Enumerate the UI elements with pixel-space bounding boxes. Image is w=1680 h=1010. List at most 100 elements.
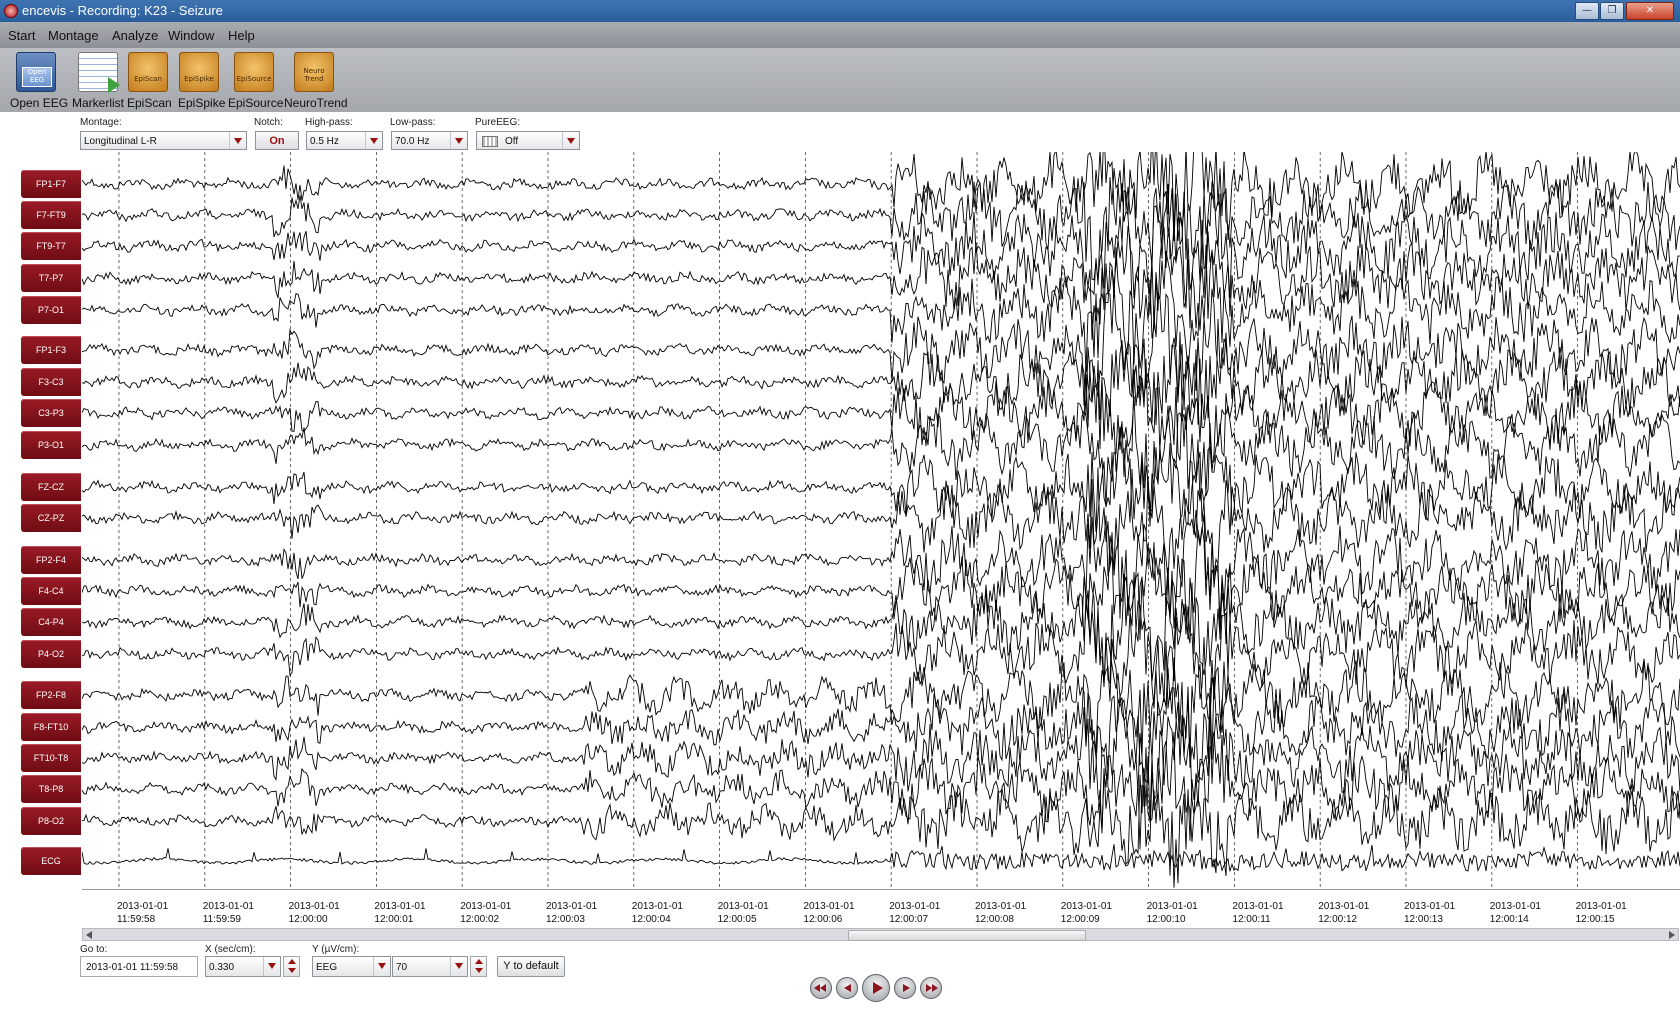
eeg-trace-f7-ft9 (82, 152, 1680, 281)
step-back-icon (844, 984, 851, 992)
notch-toggle[interactable]: On (255, 131, 299, 150)
episource-button[interactable]: EpiSource EpiSource (228, 52, 283, 110)
time-tick-date: 2013-01-01 (460, 901, 512, 912)
y-scale-stepper[interactable] (470, 956, 487, 977)
channel-label-cz-pz[interactable]: CZ-PZ (21, 504, 81, 532)
channel-label-f4-c4[interactable]: F4-C4 (21, 577, 81, 605)
channel-label-t7-p7[interactable]: T7-P7 (21, 264, 81, 292)
y-scale-select[interactable]: 70 (392, 956, 468, 977)
neurotrend-icon: Neuro Trend (294, 52, 334, 92)
menu-start[interactable]: Start (8, 28, 35, 43)
channel-label-fp2-f4[interactable]: FP2-F4 (21, 546, 81, 574)
montage-label: Montage: (80, 117, 122, 128)
channel-label-fp1-f3[interactable]: FP1-F3 (21, 336, 81, 364)
channel-label-ft9-t7[interactable]: FT9-T7 (21, 232, 81, 260)
montage-select[interactable]: Longitudinal L-R (80, 131, 247, 150)
y-scale-label: Y (µV/cm): (312, 944, 360, 955)
scroll-left-icon[interactable] (86, 931, 92, 939)
channel-label-c4-p4[interactable]: C4-P4 (21, 608, 81, 636)
highpass-select[interactable]: 0.5 Hz (306, 131, 383, 150)
time-tick-date: 2013-01-01 (889, 901, 941, 912)
time-tick-time: 12:00:09 (1060, 914, 1100, 925)
step-forward-button[interactable] (894, 977, 916, 999)
time-tick-date: 2013-01-01 (202, 901, 254, 912)
time-tick-date: 2013-01-01 (374, 901, 426, 912)
eeg-trace-ft9-t7 (82, 183, 1680, 309)
time-tick-label: 2013-01-01 12:00:08 (975, 900, 1026, 926)
menu-help[interactable]: Help (228, 28, 255, 43)
channel-label-c3-p3[interactable]: C3-P3 (21, 399, 81, 427)
channel-label-f7-ft9[interactable]: F7-FT9 (21, 201, 81, 229)
y-scale-value: 70 (396, 962, 408, 973)
menu-analyze[interactable]: Analyze (112, 28, 158, 43)
time-tick-label: 2013-01-01 12:00:13 (1404, 900, 1455, 926)
play-icon (873, 982, 883, 994)
time-tick-date: 2013-01-01 (1146, 901, 1198, 912)
y-type-select[interactable]: EEG (312, 956, 391, 977)
minimize-button[interactable]: — (1575, 2, 1599, 20)
open-eeg-button[interactable]: Open EEG Open EEG (10, 52, 68, 110)
maximize-button[interactable]: ❐ (1600, 2, 1624, 20)
time-tick-label: 2013-01-01 12:00:15 (1576, 900, 1627, 926)
channel-label-t8-p8[interactable]: T8-P8 (21, 775, 81, 803)
channel-label-p7-o1[interactable]: P7-O1 (21, 296, 81, 324)
episcan-label: EpiScan (127, 96, 172, 110)
channel-label-ft10-t8[interactable]: FT10-T8 (21, 744, 81, 772)
time-tick-label: 2013-01-01 11:59:59 (203, 900, 254, 926)
lowpass-value: 70.0 Hz (395, 136, 430, 147)
skip-back-button[interactable] (810, 977, 832, 999)
chevron-down-icon (562, 132, 579, 149)
x-scale-stepper[interactable] (283, 956, 300, 977)
menu-montage[interactable]: Montage (48, 28, 99, 43)
channel-label-fp1-f7[interactable]: FP1-F7 (21, 170, 81, 198)
y-to-default-button[interactable]: Y to default (497, 956, 565, 977)
step-forward-icon (903, 984, 910, 992)
time-tick-date: 2013-01-01 (1232, 901, 1284, 912)
eeg-trace-fp1-f7 (82, 152, 1680, 242)
scroll-right-icon[interactable] (1669, 931, 1675, 939)
channel-label-p4-o2[interactable]: P4-O2 (21, 640, 81, 668)
time-tick-time: 12:00:05 (717, 914, 757, 925)
time-tick-label: 2013-01-01 12:00:12 (1318, 900, 1369, 926)
channel-label-ecg[interactable]: ECG (21, 847, 81, 875)
time-tick-date: 2013-01-01 (288, 901, 340, 912)
time-tick-time: 12:00:01 (374, 914, 414, 925)
waveform-icon (482, 136, 498, 147)
goto-field[interactable]: 2013-01-01 11:59:58 (80, 956, 198, 977)
horizontal-scrollbar[interactable] (82, 928, 1679, 941)
channel-label-p8-o2[interactable]: P8-O2 (21, 807, 81, 835)
pureeeg-select[interactable]: Off (476, 131, 580, 150)
episcan-button[interactable]: EpiScan EpiScan (127, 52, 172, 110)
channel-label-f3-c3[interactable]: F3-C3 (21, 368, 81, 396)
channel-label-f8-ft10[interactable]: F8-FT10 (21, 713, 81, 741)
eeg-traces[interactable] (82, 152, 1680, 892)
time-tick-time: 12:00:12 (1318, 914, 1358, 925)
time-tick-date: 2013-01-01 (1489, 901, 1541, 912)
x-scale-value: 0.330 (209, 962, 235, 973)
channel-label-p3-o1[interactable]: P3-O1 (21, 431, 81, 459)
time-tick-time: 12:00:14 (1489, 914, 1529, 925)
markerlist-icon (78, 52, 120, 93)
lowpass-select[interactable]: 70.0 Hz (391, 131, 468, 150)
play-button[interactable] (862, 974, 890, 1002)
montage-value: Longitudinal L-R (84, 136, 157, 147)
time-tick-date: 2013-01-01 (1060, 901, 1112, 912)
time-tick-time: 12:00:07 (889, 914, 929, 925)
close-button[interactable]: ✕ (1626, 2, 1674, 20)
neurotrend-button[interactable]: Neuro Trend NeuroTrend (284, 52, 348, 110)
channel-label-fp2-f8[interactable]: FP2-F8 (21, 681, 81, 709)
scroll-thumb[interactable] (848, 930, 1086, 941)
time-axis-line (82, 889, 1680, 890)
encevis-logo-icon (4, 4, 18, 18)
step-back-button[interactable] (836, 977, 858, 999)
markerlist-button[interactable]: Markerlist (72, 52, 124, 110)
epispike-button[interactable]: EpiSpike EpiSpike (178, 52, 226, 110)
time-tick-date: 2013-01-01 (1318, 901, 1370, 912)
channel-label-fz-cz[interactable]: FZ-CZ (21, 473, 81, 501)
epispike-label: EpiSpike (178, 96, 226, 110)
menu-window[interactable]: Window (168, 28, 214, 43)
x-scale-select[interactable]: 0.330 (205, 956, 281, 977)
skip-forward-button[interactable] (920, 977, 942, 999)
episource-icon-text: EpiSource (236, 75, 272, 83)
window-title: encevis - Recording: K23 - Seizure (22, 3, 223, 18)
